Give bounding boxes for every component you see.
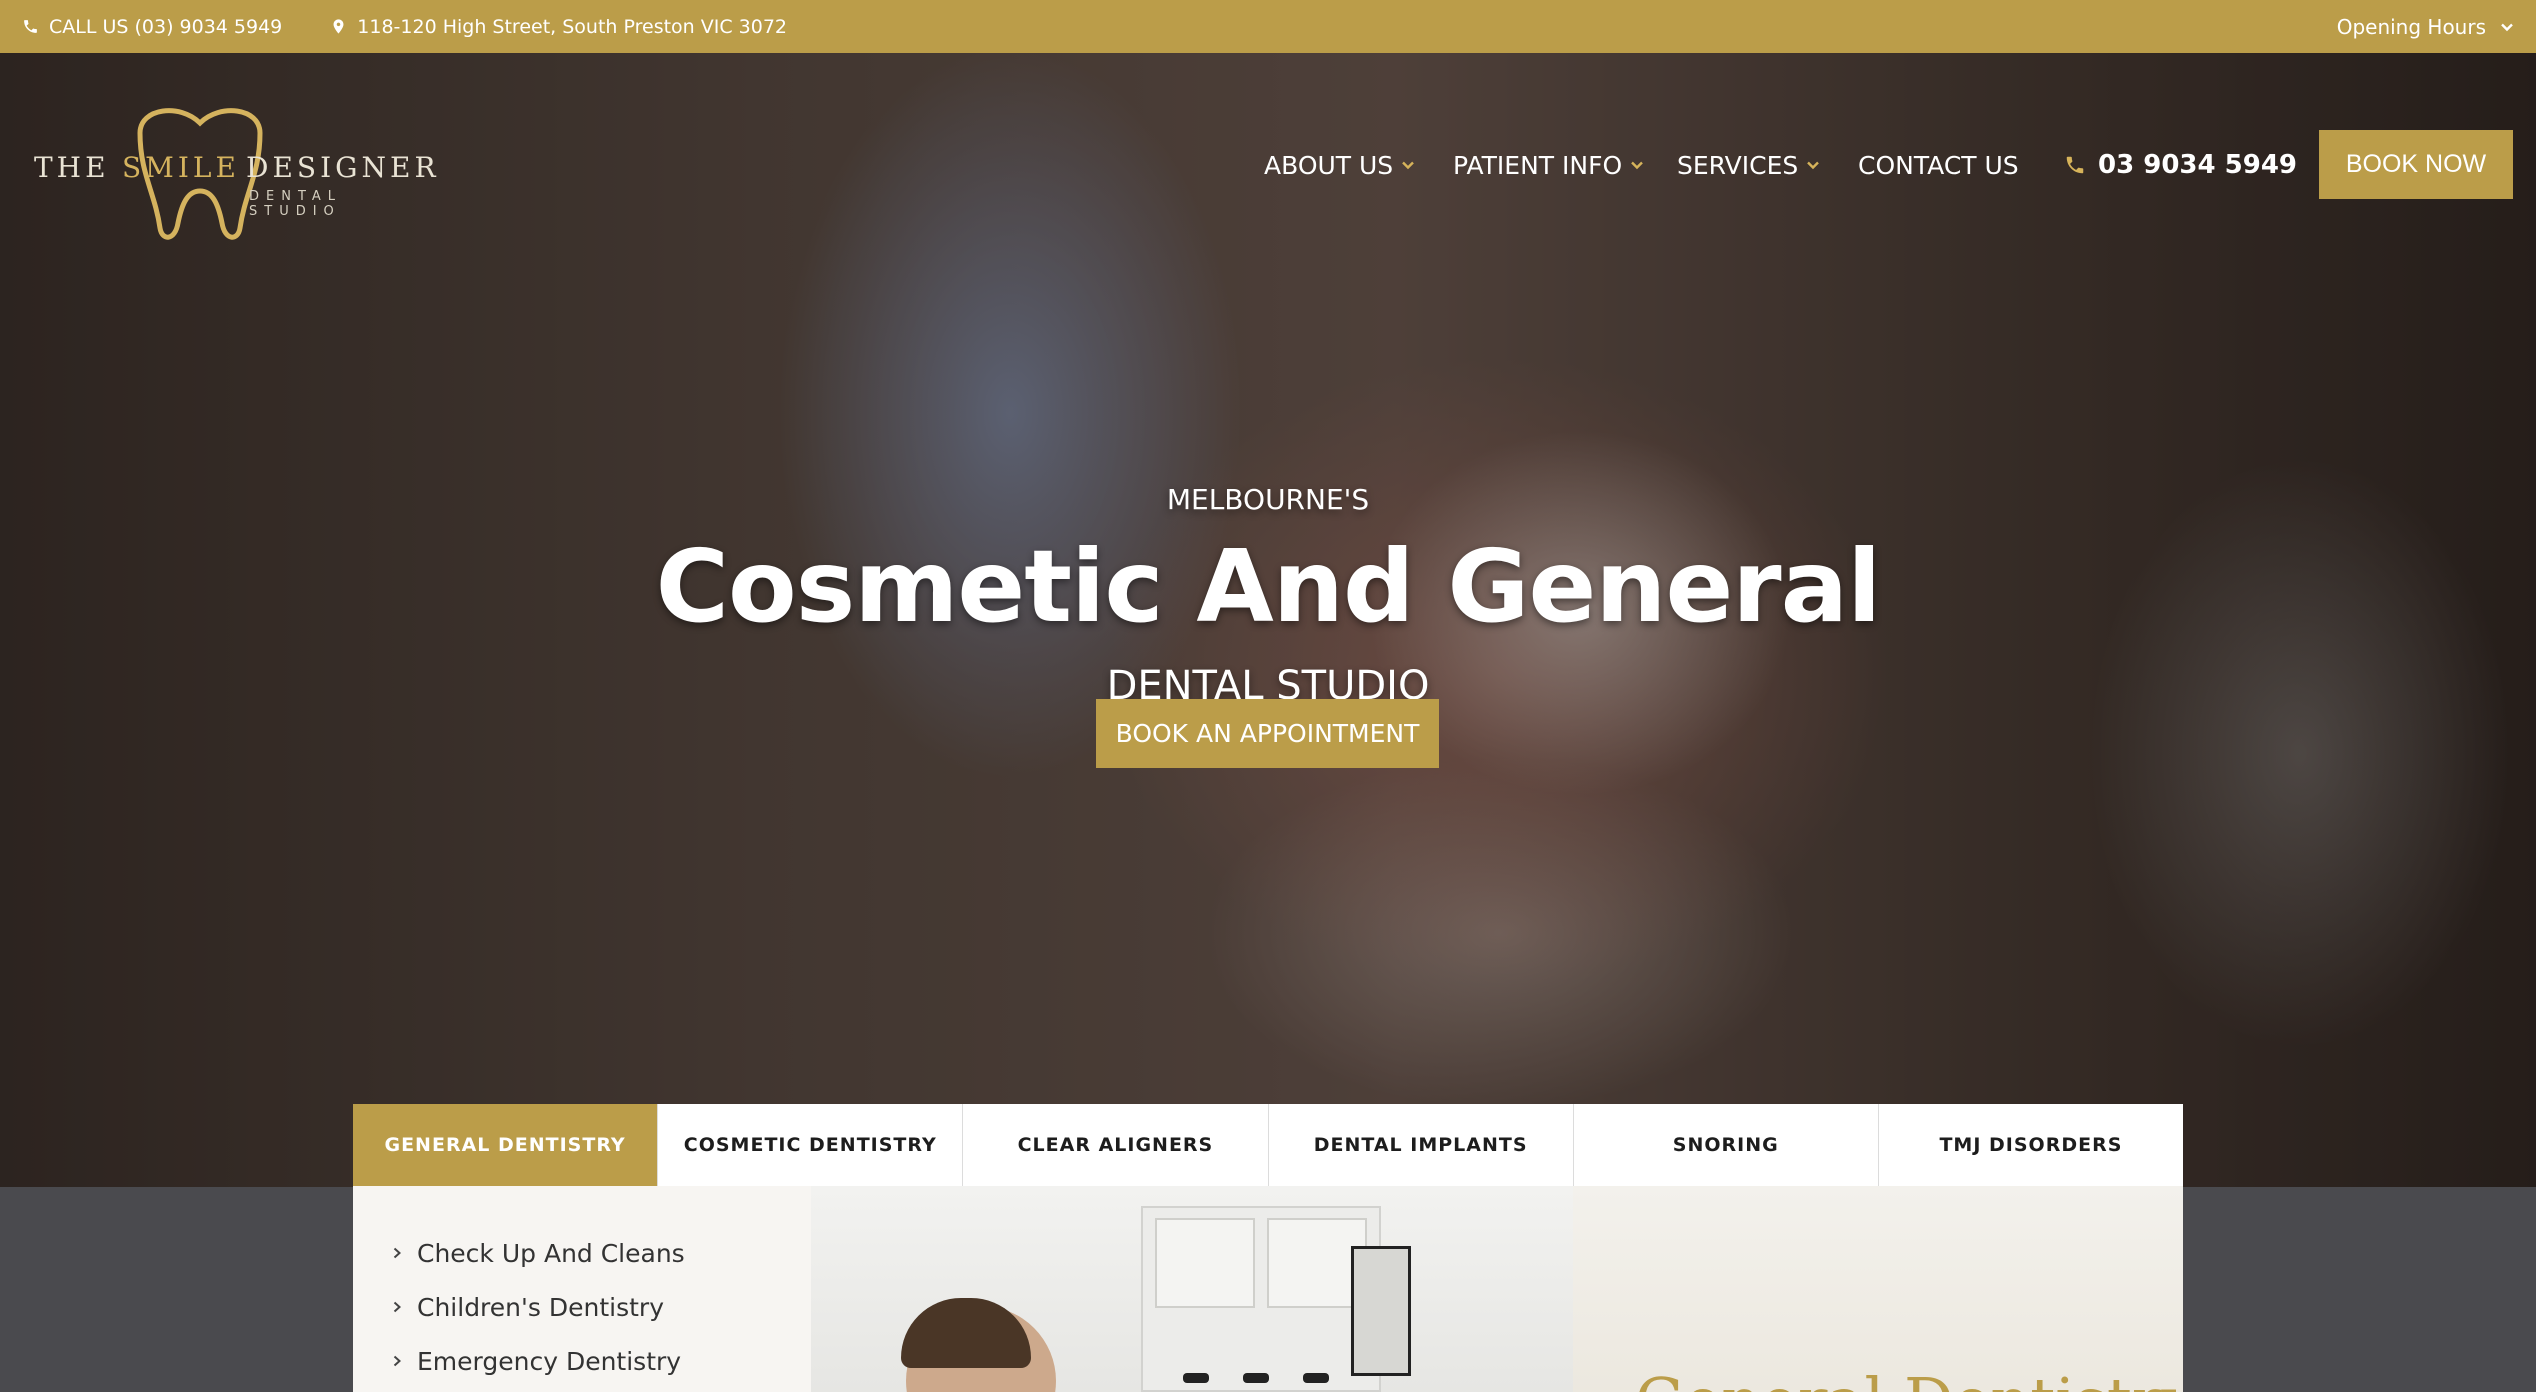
call-us-text: CALL US (03) 9034 5949 xyxy=(49,15,283,38)
service-link-label: Emergency Dentistry xyxy=(417,1346,682,1376)
logo-word-the: THE xyxy=(34,151,110,184)
service-description-panel: General Dentistry xyxy=(1573,1186,2183,1392)
nav-patient-info-label: PATIENT INFO xyxy=(1453,150,1623,180)
service-link-check-up[interactable]: Check Up And Cleans xyxy=(391,1226,811,1280)
nav-services-label: SERVICES xyxy=(1677,150,1799,180)
service-link-label: Children's Dentistry xyxy=(417,1292,664,1322)
logo-word-designer: DESIGNER xyxy=(246,151,440,184)
services-tabs: GENERAL DENTISTRY COSMETIC DENTISTRY CLE… xyxy=(353,1104,2183,1186)
service-title: General Dentistry xyxy=(1635,1364,2183,1392)
call-us-link[interactable]: CALL US (03) 9034 5949 xyxy=(22,16,282,38)
logo-subtitle: DENTAL STUDIO xyxy=(249,189,343,219)
nav-phone-number: 03 9034 5949 xyxy=(2098,150,2298,180)
address-link[interactable]: 118-120 High Street, South Preston VIC 3… xyxy=(330,16,787,38)
nav-services[interactable]: SERVICES xyxy=(1677,130,1820,200)
clinic-photo xyxy=(811,1186,1573,1392)
nav-about-us[interactable]: ABOUT US xyxy=(1264,130,1415,200)
chevron-down-icon xyxy=(1631,161,1643,170)
tab-general-dentistry[interactable]: GENERAL DENTISTRY xyxy=(353,1104,659,1186)
service-list: Check Up And Cleans Children's Dentistry… xyxy=(353,1186,811,1392)
chevron-right-icon xyxy=(393,1301,401,1313)
logo-word-smile: SMILE xyxy=(122,151,240,184)
hero-section: THE SMILE DESIGNER DENTAL STUDIO ABOUT U… xyxy=(0,53,2536,1187)
chevron-right-icon xyxy=(393,1355,401,1367)
chevron-down-icon xyxy=(2501,23,2513,31)
tab-dental-implants[interactable]: DENTAL IMPLANTS xyxy=(1269,1104,1574,1186)
nav-patient-info[interactable]: PATIENT INFO xyxy=(1453,130,1644,200)
opening-hours-dropdown[interactable]: Opening Hours xyxy=(2337,15,2514,39)
top-bar: CALL US (03) 9034 5949 118-120 High Stre… xyxy=(0,0,2536,53)
nav-contact-us-label: CONTACT US xyxy=(1858,150,2019,180)
nav-contact-us[interactable]: CONTACT US xyxy=(1858,130,2019,200)
book-now-button[interactable]: BOOK NOW xyxy=(2319,130,2513,199)
service-link-emergency[interactable]: Emergency Dentistry xyxy=(391,1334,811,1388)
tab-cosmetic-dentistry[interactable]: COSMETIC DENTISTRY xyxy=(658,1104,964,1186)
book-appointment-button[interactable]: BOOK AN APPOINTMENT xyxy=(1096,699,1439,768)
hero-headline: Cosmetic And General xyxy=(655,528,1882,645)
phone-icon xyxy=(2066,156,2084,174)
chevron-down-icon xyxy=(1807,161,1820,170)
nav-about-us-label: ABOUT US xyxy=(1264,150,1394,180)
cabinet-graphic xyxy=(1141,1206,1381,1392)
tab-panel-general-dentistry: Check Up And Cleans Children's Dentistry… xyxy=(353,1186,2183,1392)
chevron-right-icon xyxy=(393,1247,401,1259)
wall-unit-graphic xyxy=(1351,1246,1411,1376)
tab-clear-aligners[interactable]: CLEAR ALIGNERS xyxy=(963,1104,1269,1186)
hero-kicker: MELBOURNE'S xyxy=(1166,483,1370,516)
site-logo[interactable]: THE SMILE DESIGNER DENTAL STUDIO xyxy=(34,103,436,243)
tab-snoring[interactable]: SNORING xyxy=(1574,1104,1879,1186)
service-link-label: Check Up And Cleans xyxy=(417,1238,685,1268)
nav-phone-link[interactable]: 03 9034 5949 xyxy=(2064,130,2297,200)
service-link-childrens[interactable]: Children's Dentistry xyxy=(391,1280,811,1334)
chevron-down-icon xyxy=(1402,161,1415,170)
address-text: 118-120 High Street, South Preston VIC 3… xyxy=(357,15,788,38)
opening-hours-label: Opening Hours xyxy=(2336,14,2486,39)
map-pin-icon xyxy=(333,19,344,34)
phone-icon xyxy=(24,20,37,33)
tab-tmj-disorders[interactable]: TMJ DISORDERS xyxy=(1879,1104,2183,1186)
